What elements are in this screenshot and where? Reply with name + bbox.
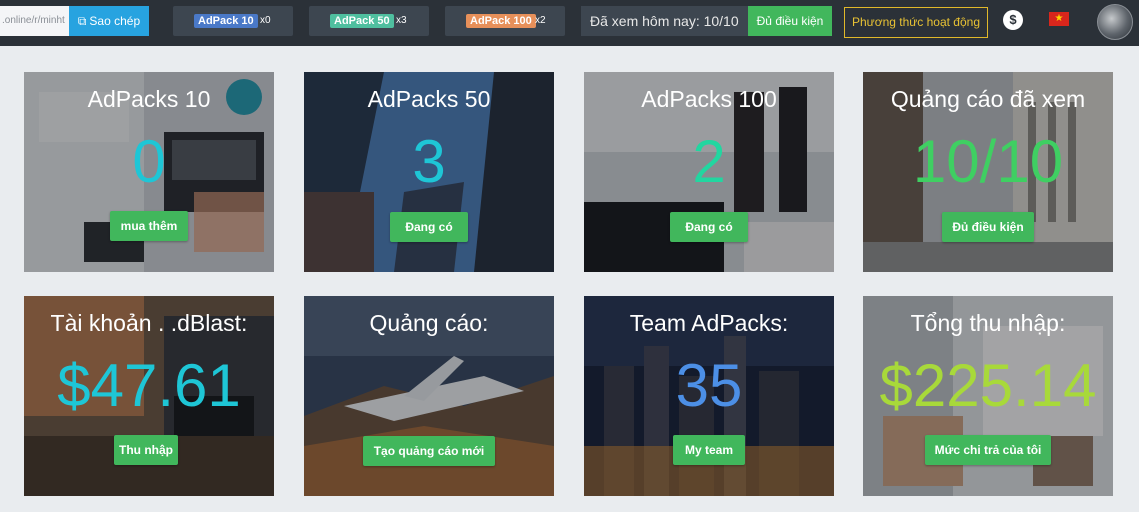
flag-star-icon: ★	[1054, 13, 1064, 24]
owned-button[interactable]: Đang có	[670, 212, 748, 242]
viewed-today-text: Đã xem hôm nay: 10/10	[590, 13, 739, 29]
eligible-card-button[interactable]: Đủ điều kiện	[942, 212, 1034, 242]
card-title: Tài khoản . .dBlast:	[50, 310, 248, 336]
dollar-icon[interactable]: $	[1003, 10, 1023, 30]
card-adpacks-100: AdPacks 100 2 Đang có	[584, 72, 834, 272]
top-bar: .online/r/minht ⧉ Sao chép AdPack 10 x0 A…	[0, 0, 1139, 46]
card-value: 10/10	[912, 128, 1064, 195]
create-new-ad-button[interactable]: Tạo quảng cáo mới	[363, 436, 495, 466]
card-value: 3	[412, 128, 446, 195]
card-total-earnings: Tổng thu nhập: $225.14 Mức chi trả của t…	[863, 296, 1113, 496]
buy-more-button[interactable]: mua thêm	[110, 211, 188, 241]
adpack-100-badge: AdPack 100 x2	[445, 6, 565, 36]
my-team-button[interactable]: My team	[673, 435, 745, 465]
my-payouts-button[interactable]: Mức chi trả của tôi	[925, 435, 1051, 465]
eligible-button[interactable]: Đủ điều kiện	[748, 6, 832, 36]
card-title: AdPacks 100	[641, 86, 777, 112]
card-ads-viewed: Quảng cáo đã xem 10/10 Đủ điều kiện	[863, 72, 1113, 272]
referral-link-input[interactable]: .online/r/minht	[0, 6, 69, 36]
card-title: AdPacks 50	[367, 86, 491, 112]
card-value: $225.14	[879, 352, 1097, 419]
card-value: 0	[132, 128, 166, 195]
card-title: AdPacks 10	[87, 86, 211, 112]
card-advertising: Quảng cáo: Tạo quảng cáo mới	[304, 296, 554, 496]
card-value: 2	[692, 128, 726, 195]
card-team-adpacks: Team AdPacks: 35 My team	[584, 296, 834, 496]
adpack-50-label: AdPack 50	[330, 14, 394, 28]
adpack-100-label: AdPack 100	[466, 14, 536, 28]
card-title: Quảng cáo đã xem	[890, 86, 1086, 112]
adpack-10-badge: AdPack 10 x0	[173, 6, 293, 36]
card-adpacks-10: AdPacks 10 0 mua thêm	[24, 72, 274, 272]
card-adpacks-50: AdPacks 50 3 Đang có	[304, 72, 554, 272]
card-title: Team AdPacks:	[629, 310, 789, 336]
adpack-10-count: x0	[260, 15, 271, 26]
adpack-50-count: x3	[396, 15, 407, 26]
owned-button[interactable]: Đang có	[390, 212, 468, 242]
income-button[interactable]: Thu nhập	[114, 435, 178, 465]
copy-icon: ⧉	[77, 14, 87, 28]
user-avatar[interactable]	[1097, 4, 1133, 40]
card-title: Quảng cáo:	[369, 310, 489, 336]
copy-button-label: Sao chép	[89, 14, 141, 28]
viewed-today-panel: Đã xem hôm nay: 10/10 Đủ điều kiện	[581, 6, 832, 36]
vietnam-flag-icon[interactable]: ★	[1049, 12, 1069, 26]
adpack-10-label: AdPack 10	[194, 14, 258, 28]
adpack-100-count: x2	[535, 15, 546, 26]
adpack-50-badge: AdPack 50 x3	[309, 6, 429, 36]
copy-button[interactable]: ⧉ Sao chép	[69, 6, 149, 36]
card-value: $47.61	[57, 352, 241, 419]
card-value: 35	[675, 352, 743, 419]
card-title: Tổng thu nhập:	[910, 310, 1066, 336]
card-account-balance: Tài khoản . .dBlast: $47.61 Thu nhập	[24, 296, 274, 496]
how-it-works-button[interactable]: Phương thức hoạt động	[844, 7, 988, 38]
